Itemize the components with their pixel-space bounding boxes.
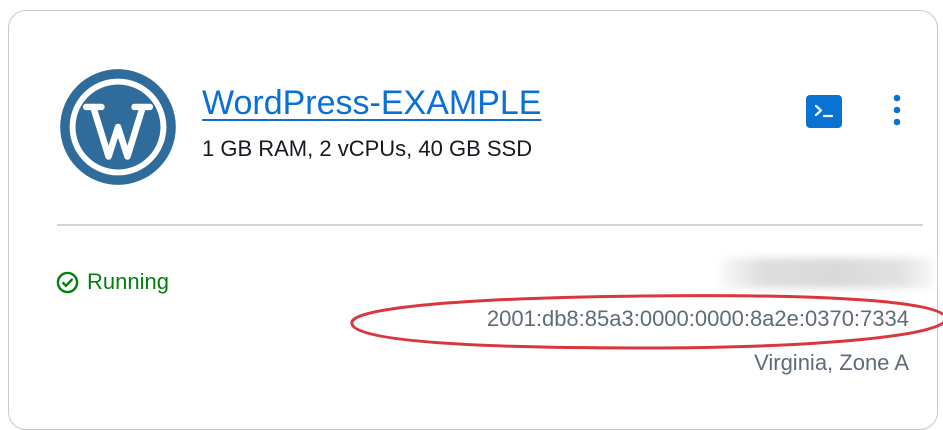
availability-zone: Virginia, Zone A: [754, 350, 909, 375]
more-actions-button[interactable]: [883, 91, 911, 131]
wordpress-logo-icon: [60, 69, 176, 185]
instance-specs: 1 GB RAM, 2 vCPUs, 40 GB SSD: [202, 136, 533, 161]
ipv6-address: 2001:db8:85a3:0000:0000:8a2e:0370:7334: [486, 306, 909, 331]
status-text: Running: [87, 269, 169, 294]
redacted-public-ip: [721, 258, 933, 288]
card-divider: [57, 224, 923, 226]
check-circle-icon: [56, 271, 79, 293]
terminal-icon: [814, 104, 834, 118]
instance-card: WordPress-EXAMPLE 1 GB RAM, 2 vCPUs, 40 …: [8, 10, 943, 430]
status-indicator: Running: [56, 268, 169, 296]
instance-name-link[interactable]: WordPress-EXAMPLE: [202, 83, 541, 123]
connect-ssh-button[interactable]: [806, 95, 842, 128]
more-vertical-icon: [893, 94, 901, 126]
